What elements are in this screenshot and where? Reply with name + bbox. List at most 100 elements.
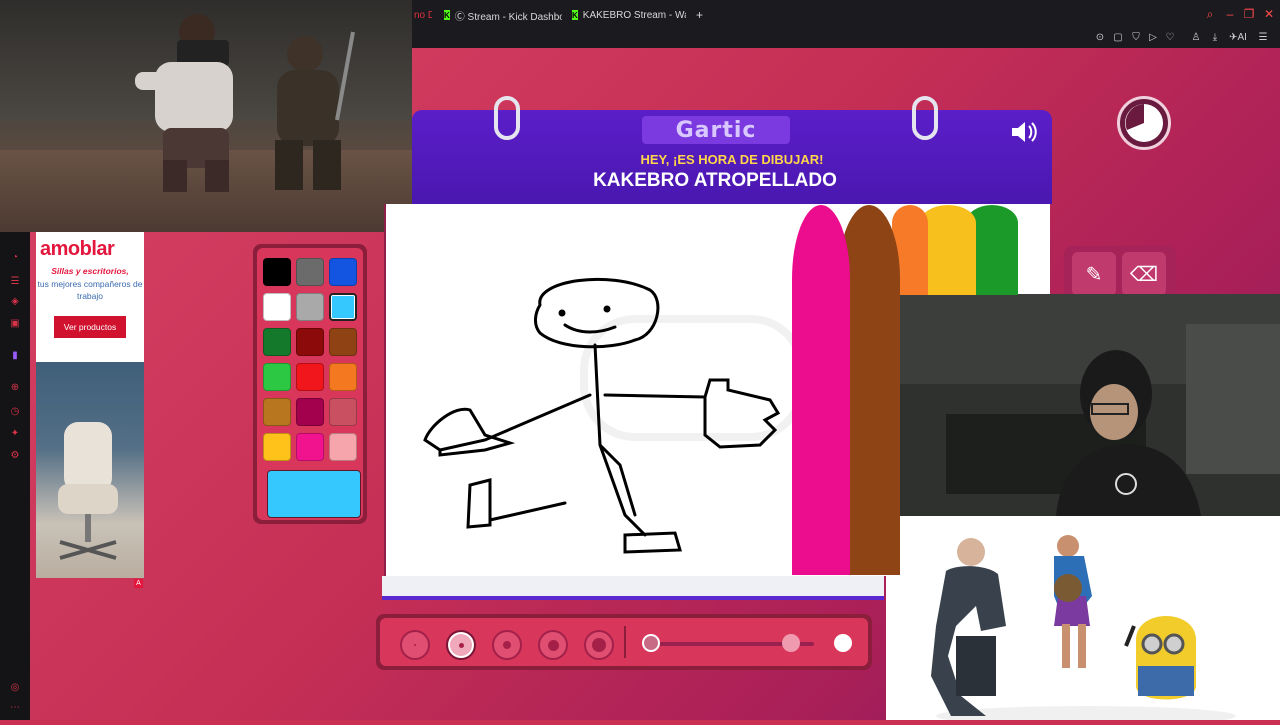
history-icon[interactable]: ◷ [9, 406, 21, 418]
ad-cta-button[interactable]: Ver productos [54, 316, 126, 338]
maximize-icon[interactable]: ❐ [1243, 8, 1255, 20]
game-video-overlay [0, 0, 412, 232]
heart-icon[interactable]: ♡ [1164, 32, 1176, 44]
tab-label: KAKEBRO Stream - Watch [582, 9, 686, 21]
brush-size-button[interactable] [492, 630, 522, 660]
color-swatch[interactable] [329, 363, 357, 391]
meme-characters [931, 535, 1236, 725]
download-icon[interactable]: ⤓ [1209, 32, 1221, 44]
gx-icon[interactable]: ◎ [9, 682, 21, 694]
opacity-max-knob [834, 634, 852, 652]
opacity-slider-handle[interactable] [781, 634, 800, 652]
eraser-icon[interactable]: ⌫ [1122, 252, 1166, 296]
tab-partial[interactable]: no D [414, 0, 432, 30]
brush-size-button[interactable] [400, 630, 430, 660]
search-icon[interactable]: ⌕ [1204, 8, 1216, 20]
ad-subline: tus mejores compañeros de trabajo [37, 279, 143, 301]
brush-size-dot [414, 644, 416, 646]
binder-ring-left [494, 96, 520, 140]
webcam-scene [886, 294, 1280, 516]
brush-size-inner [380, 618, 868, 666]
game-character-photographer [135, 14, 233, 192]
opacity-min-knob [642, 634, 660, 652]
shield-icon[interactable]: ⛉ [1130, 32, 1142, 44]
browser-toolbar: ⊙ ▢ ⛉ ▷ ♡ ♙ ⤓ ✈AI ☰ [412, 30, 1280, 48]
speaker-icon[interactable] [1010, 120, 1038, 144]
brush-size-dot [547, 639, 559, 651]
tab-kick-dashboard[interactable]: K Ⓒ Stream - Kick Dashbo [444, 0, 562, 32]
close-icon[interactable]: ✕ [1263, 8, 1275, 20]
color-swatch[interactable] [263, 293, 291, 321]
messenger-icon[interactable]: ▣ [9, 318, 21, 330]
color-swatch[interactable] [329, 433, 357, 461]
color-palette [253, 244, 367, 524]
color-swatch[interactable] [329, 398, 357, 426]
more-icon[interactable]: ⋯ [9, 702, 21, 714]
ad-banner[interactable]: amoblar Sillas y escritorios, tus mejore… [36, 232, 144, 578]
color-swatch[interactable] [263, 258, 291, 286]
snapshot-icon[interactable]: ▢ [1112, 32, 1124, 44]
color-swatch[interactable] [263, 328, 291, 356]
settings-icon[interactable]: ⚙ [9, 450, 21, 462]
browser-sidebar: ◔ ☰ ◈ ▣ ▮ ⊕ ◷ ✦ ⚙ ◎ ⋯ [0, 232, 30, 720]
brush-size-dot [503, 641, 511, 649]
ad-tagline: Sillas y escritorios, [51, 266, 129, 276]
color-swatch[interactable] [296, 433, 324, 461]
play-icon[interactable]: ▷ [1147, 32, 1159, 44]
bar-separator [624, 626, 626, 658]
brush-size-button[interactable] [538, 630, 568, 660]
binder-ring-right [912, 96, 938, 140]
streamer-webcam [886, 294, 1280, 516]
timer-progress [1125, 104, 1163, 142]
kick-icon: K [444, 10, 450, 20]
color-swatch[interactable] [263, 363, 291, 391]
stick-figure-drawing [423, 277, 781, 554]
brush-size-button[interactable] [446, 630, 476, 660]
color-swatch[interactable] [296, 293, 324, 321]
meme-overlay [886, 516, 1280, 725]
add-icon[interactable]: ⊕ [9, 382, 21, 394]
color-swatch[interactable] [296, 398, 324, 426]
brush-size-dot [592, 638, 606, 652]
marker-crayon [920, 205, 976, 295]
gartic-logo: Gartic [675, 118, 757, 143]
profile-icon[interactable]: ♙ [1190, 32, 1202, 44]
tab-label: no D [414, 9, 432, 21]
pin-icon[interactable]: ⊙ [1094, 32, 1106, 44]
kick-icon: K [572, 10, 578, 20]
office-chair-icon [58, 422, 118, 560]
ad-choices-badge[interactable]: A [134, 579, 143, 588]
brush-size-button[interactable] [584, 630, 614, 660]
current-color-preview [267, 470, 361, 518]
speed-dial-icon[interactable]: ◔ [9, 252, 21, 264]
canvas-bottom-edge [382, 576, 884, 600]
color-swatch[interactable] [263, 433, 291, 461]
ad-product-image [36, 362, 144, 578]
color-swatch[interactable] [329, 258, 357, 286]
color-swatch[interactable] [296, 363, 324, 391]
marker-crayon [792, 205, 850, 575]
secret-word: KAKEBRO ATROPELLADO [593, 170, 837, 191]
color-swatch[interactable] [296, 328, 324, 356]
tab-label: Ⓒ Stream - Kick Dashbo [454, 11, 562, 23]
color-swatch[interactable] [329, 328, 357, 356]
aria-icon[interactable]: ◈ [9, 296, 21, 308]
pencil-icon[interactable]: ✎ [1072, 252, 1116, 296]
color-swatch[interactable] [263, 398, 291, 426]
ai-icon[interactable]: ✈AI [1228, 32, 1248, 44]
plus-icon: + [696, 8, 704, 22]
twitch-icon[interactable]: ▮ [9, 350, 21, 362]
menu-icon[interactable]: ☰ [1257, 32, 1269, 44]
game-character-zombie [275, 31, 355, 190]
ad-brand-logo: amoblar [40, 238, 115, 260]
tab-kakebro-stream[interactable]: K KAKEBRO Stream - Watch [572, 0, 686, 30]
new-tab-button[interactable]: + [696, 0, 708, 30]
color-swatch[interactable] [296, 258, 324, 286]
turn-hint: HEY, ¡ES HORA DE DIBUJAR! [640, 152, 824, 167]
minimize-icon[interactable]: – [1224, 8, 1236, 20]
brush-size-dot [458, 642, 464, 648]
bag-icon[interactable]: ☰ [9, 276, 21, 288]
color-swatch[interactable] [329, 293, 357, 321]
brush-size-bar [376, 614, 872, 670]
extensions-icon[interactable]: ✦ [9, 428, 21, 440]
